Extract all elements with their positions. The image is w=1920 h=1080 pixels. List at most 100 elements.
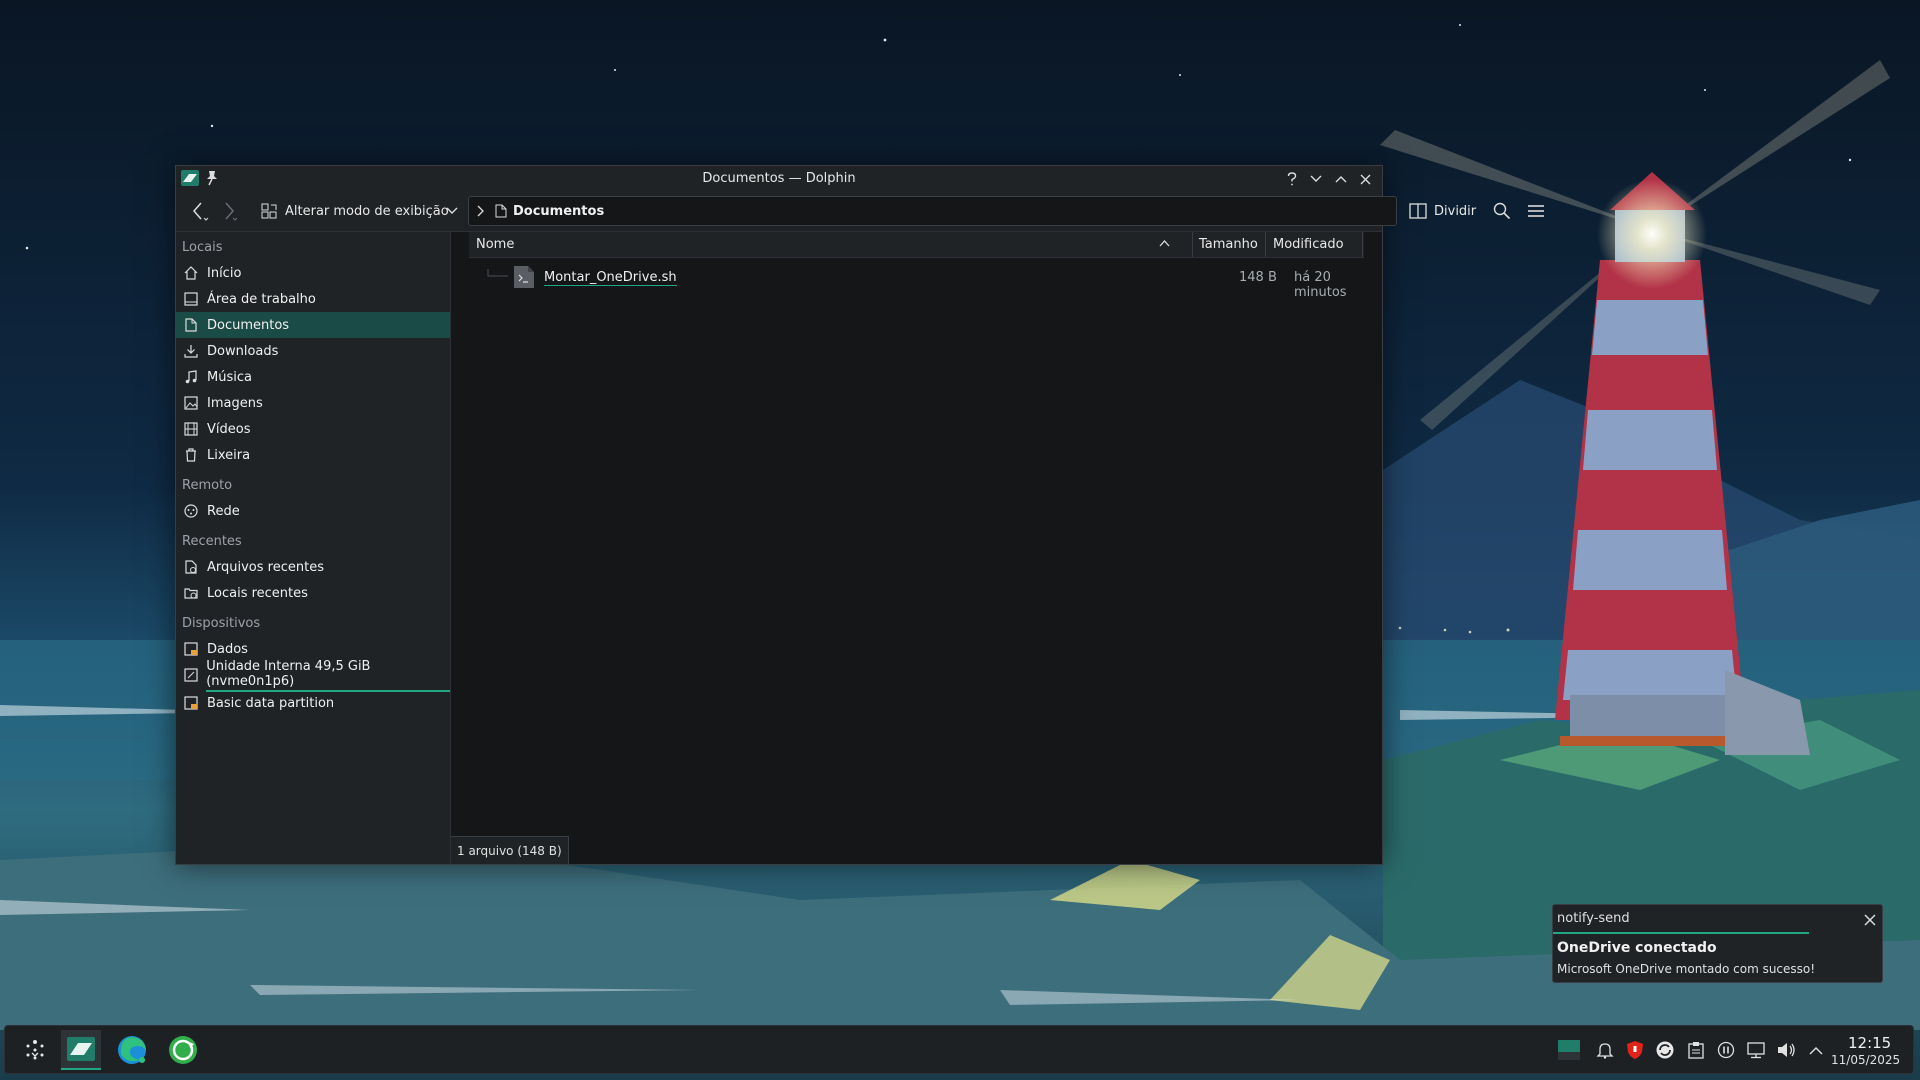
sidebar-item-unidade-interna[interactable]: Unidade Interna 49,5 GiB (nvme0n1p6) <box>176 659 450 692</box>
documents-icon <box>495 204 507 218</box>
view-mode-dropdown[interactable] <box>446 199 458 223</box>
sidebar-item-locais-recentes[interactable]: Locais recentes <box>176 580 450 606</box>
sidebar-item-label: Imagens <box>207 395 263 411</box>
sidebar-item-videos[interactable]: Vídeos <box>176 416 450 442</box>
sidebar-item-label: Música <box>207 369 252 385</box>
documents-icon <box>183 317 199 333</box>
network-icon[interactable] <box>1745 1039 1767 1061</box>
column-header: Nome Tamanho Modificado <box>469 232 1364 258</box>
update-manager-icon[interactable] <box>163 1030 203 1070</box>
sidebar-item-label: Lixeira <box>207 447 251 463</box>
file-modified: há 20 minutos <box>1294 270 1347 300</box>
sidebar-item-label: Área de trabalho <box>207 291 316 307</box>
sidebar-item-label: Downloads <box>207 343 279 359</box>
back-button[interactable] <box>188 199 210 223</box>
drive-icon <box>183 667 198 683</box>
view-mode-button[interactable]: Alterar modo de exibição <box>261 199 449 223</box>
status-text: 1 arquivo (148 B) <box>457 843 562 858</box>
chevron-down-icon <box>446 207 458 214</box>
notification-popup[interactable]: notify-send OneDrive conectado Microsoft… <box>1552 904 1883 983</box>
shield-icon[interactable] <box>1624 1039 1646 1061</box>
sidebar-item-musica[interactable]: Música <box>176 364 450 390</box>
column-size[interactable]: Tamanho <box>1199 237 1258 252</box>
sidebar-item-label: Dados <box>207 641 248 657</box>
sidebar-item-arquivos-recentes[interactable]: Arquivos recentes <box>176 554 450 580</box>
breadcrumb[interactable]: Documentos <box>468 196 1397 226</box>
split-button[interactable]: Dividir <box>1409 199 1476 223</box>
column-separator[interactable] <box>1362 232 1363 257</box>
clipboard-icon[interactable] <box>1685 1039 1707 1061</box>
sort-ascending-icon[interactable] <box>1159 236 1170 251</box>
notification-title: OneDrive conectado <box>1557 940 1717 956</box>
column-separator[interactable] <box>1265 232 1266 257</box>
file-name[interactable]: Montar_OneDrive.sh <box>544 270 677 286</box>
search-icon <box>1493 202 1511 220</box>
edge-browser-icon[interactable] <box>112 1030 152 1070</box>
column-modified[interactable]: Modificado <box>1273 237 1344 252</box>
sidebar-item-imagens[interactable]: Imagens <box>176 390 450 416</box>
taskbar: 12:15 11/05/2025 <box>4 1025 1914 1074</box>
video-icon <box>183 421 199 437</box>
sidebar-item-label: Documentos <box>207 317 290 333</box>
sidebar-section-remoto: Remoto <box>182 478 233 493</box>
sidebar-item-area-de-trabalho[interactable]: Área de trabalho <box>176 286 450 312</box>
split-view-icon <box>1409 203 1427 219</box>
application-launcher-icon[interactable] <box>15 1030 55 1070</box>
close-icon[interactable] <box>1356 170 1374 188</box>
pause-icon[interactable] <box>1715 1039 1737 1061</box>
sidebar-item-basic-data-partition[interactable]: Basic data partition <box>176 690 450 716</box>
sidebar-item-label: Rede <box>207 503 240 519</box>
hamburger-menu-icon <box>1528 205 1544 217</box>
sync-icon[interactable] <box>1654 1039 1676 1061</box>
trash-icon <box>183 447 199 463</box>
maximize-icon[interactable] <box>1332 170 1350 188</box>
close-icon[interactable] <box>1864 911 1876 930</box>
sidebar-item-label: Locais recentes <box>207 585 308 601</box>
script-file-icon <box>513 265 535 293</box>
breadcrumb-current[interactable]: Documentos <box>513 204 604 219</box>
sidebar-item-downloads[interactable]: Downloads <box>176 338 450 364</box>
sidebar-item-documentos[interactable]: Documentos <box>176 312 450 338</box>
minimize-icon[interactable] <box>1307 170 1325 188</box>
notification-app-name: notify-send <box>1557 911 1630 926</box>
column-name[interactable]: Nome <box>476 237 514 252</box>
column-separator[interactable] <box>1192 232 1193 257</box>
sidebar-item-inicio[interactable]: Início <box>176 260 450 286</box>
titlebar[interactable]: Documentos — Dolphin <box>176 166 1382 191</box>
tree-branch-line <box>487 269 508 277</box>
bell-icon[interactable] <box>1594 1039 1616 1061</box>
sidebar-item-lixeira[interactable]: Lixeira <box>176 442 450 468</box>
drive-icon <box>183 641 199 657</box>
forward-button[interactable] <box>218 199 240 223</box>
network-icon <box>183 503 199 519</box>
view-mode-label: Alterar modo de exibição <box>285 203 449 219</box>
clock-date[interactable]: 11/05/2025 <box>1831 1053 1900 1067</box>
hamburger-menu-button[interactable] <box>1527 199 1545 223</box>
file-view[interactable]: Nome Tamanho Modificado Montar_OneDrive.… <box>451 232 1382 864</box>
dolphin-icon[interactable] <box>61 1030 101 1070</box>
recent-files-icon <box>183 559 199 575</box>
sidebar-item-rede[interactable]: Rede <box>176 498 450 524</box>
chevron-up-icon[interactable] <box>1805 1039 1827 1061</box>
home-icon <box>183 265 199 281</box>
help-icon[interactable] <box>1283 170 1301 188</box>
sidebar-item-label: Basic data partition <box>207 695 335 711</box>
music-icon <box>183 369 199 385</box>
onedrive-tray-icon[interactable] <box>1558 1039 1580 1061</box>
volume-icon[interactable] <box>1775 1039 1797 1061</box>
clock-time[interactable]: 12:15 <box>1848 1034 1891 1052</box>
places-sidebar: Locais Início Área de trabalho Documento… <box>176 232 451 864</box>
drive-icon <box>183 695 199 711</box>
sidebar-item-label: Vídeos <box>207 421 251 437</box>
notification-body: Microsoft OneDrive montado com sucesso! <box>1557 962 1816 976</box>
sidebar-section-locais: Locais <box>182 240 223 255</box>
sidebar-item-label: Unidade Interna 49,5 GiB (nvme0n1p6) <box>206 659 450 692</box>
sidebar-section-recentes: Recentes <box>182 534 242 549</box>
download-icon <box>183 343 199 359</box>
view-mode-icon <box>261 203 277 219</box>
table-row[interactable]: Montar_OneDrive.sh 148 B há 20 minutos <box>469 265 1364 300</box>
recent-places-icon <box>183 585 199 601</box>
notification-timeout-bar <box>1553 932 1809 934</box>
chevron-right-icon[interactable] <box>477 205 485 217</box>
search-button[interactable] <box>1493 199 1511 223</box>
